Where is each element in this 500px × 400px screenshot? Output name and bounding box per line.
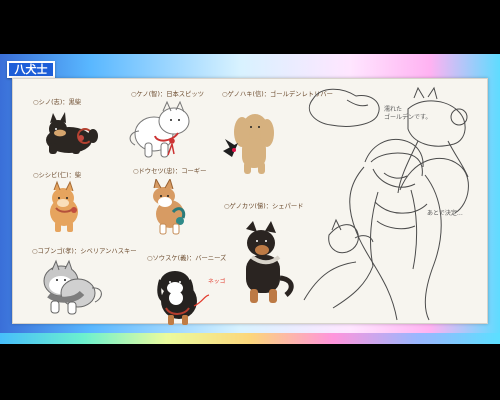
golden-retriever-sketch [220,104,277,177]
bernese-icon [157,271,210,325]
red-shiba-sketch [36,179,91,235]
shepherd-icon [246,221,294,303]
page-title-tab: 八犬士 [7,61,55,78]
golden-icon [223,114,274,174]
label-samoyed: ○ケノ(智)：日本スピッツ [131,91,204,98]
malamute-sketch [34,254,107,317]
character-lineart-panel [301,81,484,321]
concept-sheet: ○シノ(志)：黒柴 ○ケノ(智)：日本スピッツ ○ゲノハキ(信)：ゴールデンレト… [12,78,488,325]
black-shiba-icon [46,112,98,154]
red-shiba-icon [50,180,78,232]
rainbow-strip [0,333,500,344]
black-shiba-sketch [38,105,103,162]
samoyed-icon [129,100,190,158]
label-shepherd: ○ゲノカツ(悌)：シェパード [224,203,304,210]
lineart-illustration [303,86,469,321]
label-shiba-red: ○シシビ(仁)：柴 [33,172,82,179]
corgi-sketch [137,179,202,236]
shepherd-sketch [233,221,300,305]
samoyed-sketch [123,98,198,162]
corgi-icon [153,179,186,235]
label-corgi: ○ドウセツ(忠)：コーギー [133,168,207,175]
label-bernese: ○ソウスケ(義)：バーニーズ [147,255,227,262]
malamute-icon [43,259,102,315]
bernese-sketch [145,262,215,331]
